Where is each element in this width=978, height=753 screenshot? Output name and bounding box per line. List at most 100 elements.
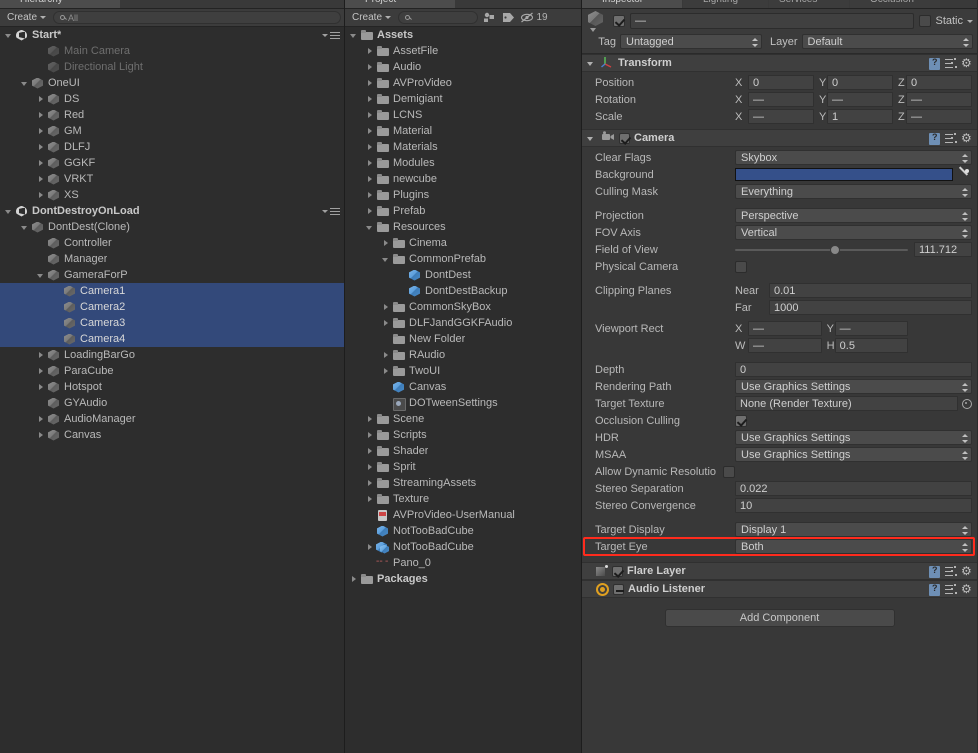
scale-x-input[interactable]: —	[748, 109, 814, 124]
chevron-right-icon[interactable]	[365, 174, 376, 185]
tree-row[interactable]: TwoUI	[345, 363, 581, 379]
rendering-path-dropdown[interactable]: Use Graphics Settings	[735, 379, 972, 394]
tab-services[interactable]: Services	[769, 0, 849, 8]
clear-flags-dropdown[interactable]: Skybox	[735, 150, 972, 165]
static-checkbox[interactable]	[919, 15, 932, 27]
tree-row[interactable]: DontDest	[345, 267, 581, 283]
tree-row[interactable]: RAudio	[345, 347, 581, 363]
chevron-right-icon[interactable]	[381, 238, 392, 249]
scale-y-input[interactable]: 1	[827, 109, 893, 124]
preset-icon[interactable]	[945, 133, 956, 145]
tab-inspector[interactable]: Inspector	[582, 0, 682, 8]
tree-row[interactable]: Camera3	[0, 315, 344, 331]
label-icon[interactable]	[500, 10, 516, 25]
hdr-dropdown[interactable]: Use Graphics Settings	[735, 430, 972, 445]
chevron-right-icon[interactable]	[36, 94, 47, 105]
viewport-h-input[interactable]: 0.5	[834, 338, 909, 353]
tree-row[interactable]: ParaCube	[0, 363, 344, 379]
tree-row[interactable]: Scene	[345, 411, 581, 427]
add-component-button[interactable]: Add Component	[664, 609, 895, 627]
rotation-z-input[interactable]: —	[906, 92, 972, 107]
tree-row[interactable]: Audio	[345, 59, 581, 75]
chevron-right-icon[interactable]	[365, 94, 376, 105]
tree-row[interactable]: Texture	[345, 491, 581, 507]
tree-row[interactable]: Materials	[345, 139, 581, 155]
tree-row[interactable]: Packages	[345, 571, 581, 587]
chevron-right-icon[interactable]	[365, 126, 376, 137]
audio-listener-component-header[interactable]: Audio Listener ⚙	[582, 580, 977, 598]
tree-row[interactable]: AVProVideo	[345, 75, 581, 91]
target-eye-dropdown[interactable]: Both	[735, 539, 972, 554]
flare-layer-enabled-checkbox[interactable]	[612, 565, 623, 577]
transform-foldout-icon[interactable]	[586, 58, 597, 69]
tree-row[interactable]: DLFJ	[0, 139, 344, 155]
tree-row[interactable]: Red	[0, 107, 344, 123]
chevron-right-icon[interactable]	[36, 110, 47, 121]
tree-row[interactable]: Plugins	[345, 187, 581, 203]
tree-row[interactable]: Start*	[0, 27, 344, 43]
chevron-right-icon[interactable]	[365, 494, 376, 505]
gear-icon[interactable]: ⚙	[961, 132, 973, 145]
chevron-right-icon[interactable]	[365, 462, 376, 473]
tree-row[interactable]: Material	[345, 123, 581, 139]
chevron-right-icon[interactable]	[381, 350, 392, 361]
chevron-right-icon[interactable]	[365, 446, 376, 457]
chevron-right-icon[interactable]	[365, 414, 376, 425]
tree-row[interactable]: DOTweenSettings	[345, 395, 581, 411]
chevron-down-icon[interactable]	[4, 30, 15, 41]
tree-row[interactable]: Controller	[0, 235, 344, 251]
hierarchy-tree[interactable]: Start* Main Camera Directional Light OneUI D…	[0, 27, 344, 443]
position-z-input[interactable]: 0	[906, 75, 972, 90]
tree-row[interactable]: LoadingBarGo	[0, 347, 344, 363]
physical-camera-checkbox[interactable]	[735, 260, 747, 273]
tree-row[interactable]: XS	[0, 187, 344, 203]
project-create-button[interactable]: Create	[348, 11, 395, 25]
tree-row[interactable]: Camera4	[0, 331, 344, 347]
chevron-down-icon[interactable]	[4, 206, 15, 217]
tree-row[interactable]: VRKT	[0, 171, 344, 187]
audio-listener-enabled-checkbox[interactable]	[613, 583, 624, 595]
camera-enabled-checkbox[interactable]	[619, 132, 630, 144]
gear-icon[interactable]: ⚙	[961, 565, 973, 578]
tree-row[interactable]: Hotspot	[0, 379, 344, 395]
viewport-y-input[interactable]: —	[834, 321, 909, 336]
chevron-right-icon[interactable]	[36, 414, 47, 425]
tree-row[interactable]: Main Camera	[0, 43, 344, 59]
msaa-dropdown[interactable]: Use Graphics Settings	[735, 447, 972, 462]
viewport-w-input[interactable]: —	[748, 338, 822, 353]
tree-row[interactable]: Cinema	[345, 235, 581, 251]
tree-row[interactable]: Canvas	[345, 379, 581, 395]
chevron-right-icon[interactable]	[349, 574, 360, 585]
depth-input[interactable]: 0	[735, 362, 972, 377]
preset-icon[interactable]	[945, 566, 956, 578]
chevron-right-icon[interactable]	[36, 350, 47, 361]
tree-row[interactable]: GameraForP	[0, 267, 344, 283]
background-color-swatch[interactable]	[735, 168, 953, 181]
viewport-x-input[interactable]: —	[748, 321, 822, 336]
tree-row[interactable]: NotTooBadCube	[345, 523, 581, 539]
field-of-view-slider[interactable]	[735, 242, 908, 257]
layer-dropdown[interactable]: Default	[801, 34, 973, 49]
tree-row[interactable]: Camera2	[0, 299, 344, 315]
gear-icon[interactable]: ⚙	[961, 57, 973, 70]
tree-row[interactable]: newcube	[345, 171, 581, 187]
help-icon[interactable]	[929, 57, 940, 70]
chevron-right-icon[interactable]	[36, 142, 47, 153]
rotation-y-input[interactable]: —	[827, 92, 893, 107]
chevron-right-icon[interactable]	[365, 46, 376, 57]
target-texture-objectfield[interactable]: None (Render Texture)	[735, 396, 958, 411]
tree-row[interactable]: Manager	[0, 251, 344, 267]
help-icon[interactable]	[929, 565, 940, 578]
tree-row[interactable]: DontDest(Clone)	[0, 219, 344, 235]
favorites-icon[interactable]	[481, 10, 497, 25]
tree-row[interactable]: GGKF	[0, 155, 344, 171]
tree-row[interactable]: Resources	[345, 219, 581, 235]
tree-row[interactable]: DS	[0, 91, 344, 107]
tree-row[interactable]: CommonPrefab	[345, 251, 581, 267]
camera-component-header[interactable]: Camera ⚙	[582, 129, 977, 147]
flare-layer-component-header[interactable]: Flare Layer ⚙	[582, 562, 977, 580]
tree-row[interactable]: DontDestroyOnLoad	[0, 203, 344, 219]
chevron-right-icon[interactable]	[381, 318, 392, 329]
gameobject-icon[interactable]	[586, 10, 608, 32]
tree-row[interactable]: Pano_0	[345, 555, 581, 571]
